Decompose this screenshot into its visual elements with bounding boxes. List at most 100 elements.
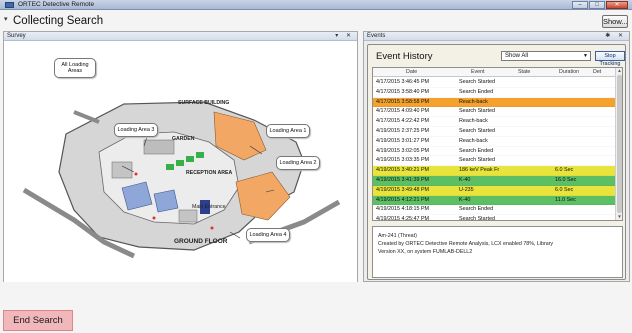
table-row[interactable]: 4/19/2015 3:02:05 PM Search Ended: [373, 146, 616, 157]
map-label-loading-area-3[interactable]: Loading Area 3: [114, 123, 158, 137]
events-panel-title: Events: [367, 33, 386, 39]
cell-event: Reach-back: [459, 137, 488, 144]
table-row[interactable]: 4/19/2015 4:12:21 PM K-40 11.0 Sec: [373, 195, 616, 206]
cell-duration: 6.0 Sec: [555, 167, 574, 174]
header: ▾ Collecting Search Show...: [0, 11, 632, 31]
events-panel: Events ✱ ✕ Event History Show All ▼ Stop…: [363, 31, 630, 282]
map-label-loading-area-4[interactable]: Loading Area 4: [246, 228, 290, 242]
cell-event: Reach-back: [459, 98, 488, 105]
stop-tracking-button[interactable]: Stop Tracking: [595, 51, 625, 67]
main-entrance-label: Main Entrance: [192, 204, 226, 210]
scroll-up-icon[interactable]: ▲: [616, 68, 622, 74]
cell-event: U-235: [459, 186, 474, 193]
cell-date: 4/17/2015 4:09:40 PM: [376, 108, 430, 115]
event-table: Date Event State Duration Det 4/17/2015 …: [372, 67, 623, 221]
table-row[interactable]: 4/19/2015 3:01:27 PM Reach-back: [373, 136, 616, 147]
survey-panel-header: Survey ▾ ✕: [4, 32, 357, 41]
cell-event: Search Started: [459, 127, 495, 134]
cell-duration: 6.0 Sec: [555, 186, 574, 193]
column-header-state[interactable]: State: [518, 68, 530, 77]
event-table-body: 4/17/2015 3:46:45 PM Search Started 4/17/2…: [373, 78, 616, 221]
map-label-loading-area-2[interactable]: Loading Area 2: [276, 156, 320, 170]
page-title: Collecting Search: [13, 15, 104, 27]
table-row[interactable]: 4/19/2015 3:40:21 PM 186 keV Peak Fr 6.0 S…: [373, 166, 616, 176]
table-row[interactable]: 4/19/2015 4:18:15 PM Search Ended: [373, 205, 616, 216]
column-header-det[interactable]: Det: [593, 68, 601, 77]
cell-duration: 11.0 Sec: [555, 196, 576, 203]
column-header-event[interactable]: Event: [471, 68, 485, 77]
cell-date: 4/19/2015 3:41:39 PM: [376, 176, 430, 183]
cell-date: 4/19/2015 2:37:25 PM: [376, 127, 430, 134]
event-filter-select[interactable]: Show All ▼: [501, 51, 591, 61]
cell-date: 4/17/2015 3:58:40 PM: [376, 88, 430, 95]
cell-event: Search Ended: [459, 88, 494, 95]
window-title: ORTEC Detective Remote: [18, 1, 95, 8]
events-panel-controls[interactable]: ✱ ✕: [605, 32, 626, 41]
cell-date: 4/19/2015 4:12:21 PM: [376, 196, 430, 203]
cell-date: 4/19/2015 4:25:47 PM: [376, 216, 430, 221]
ground-floor-label: GROUND FLOOR: [174, 238, 228, 245]
cell-event: K-40: [459, 176, 471, 183]
scroll-down-icon[interactable]: ▼: [616, 214, 622, 220]
column-header-date[interactable]: Date: [406, 68, 417, 77]
event-detail-line-1: Am-241 (Threat): [378, 233, 417, 239]
minimize-button[interactable]: –: [572, 1, 588, 9]
table-row[interactable]: 4/19/2015 3:41:39 PM K-40 16.0 Sec: [373, 175, 616, 186]
title-bar: ORTEC Detective Remote – □ ✕: [0, 0, 632, 10]
survey-panel-controls[interactable]: ▾ ✕: [335, 32, 354, 41]
event-detail-line-2: Created by ORTEC Detective Remote Analys…: [378, 241, 554, 247]
table-row[interactable]: 4/17/2015 3:58:40 PM Search Ended: [373, 87, 616, 98]
cell-event: 186 keV Peak Fr: [459, 167, 500, 174]
cell-date: 4/17/2015 4:22:42 PM: [376, 118, 430, 125]
column-header-duration[interactable]: Duration: [559, 68, 579, 77]
table-row[interactable]: 4/19/2015 2:37:25 PM Search Started: [373, 126, 616, 137]
map-label-all-loading-areas[interactable]: All Loading Areas: [54, 58, 96, 78]
app-icon: [5, 2, 14, 8]
table-row[interactable]: 4/17/2015 3:46:45 PM Search Started: [373, 78, 616, 88]
cell-event: Search Started: [459, 108, 495, 115]
cell-event: Search Started: [459, 216, 495, 221]
table-row[interactable]: 4/17/2015 4:22:42 PM Reach-back: [373, 117, 616, 127]
app-window: ORTEC Detective Remote – □ ✕ ▾ Collectin…: [0, 0, 632, 333]
floor-map[interactable]: All Loading Areas Loading Area 1 Loading…: [4, 42, 357, 282]
cell-date: 4/19/2015 4:18:15 PM: [376, 206, 430, 213]
cell-event: Search Started: [459, 79, 495, 85]
cell-date: 4/19/2015 3:01:27 PM: [376, 137, 430, 144]
cell-event: Search Started: [459, 157, 495, 164]
cell-event: Search Ended: [459, 206, 494, 213]
map-label-loading-area-1[interactable]: Loading Area 1: [266, 124, 310, 138]
cell-date: 4/19/2015 3:03:35 PM: [376, 157, 430, 164]
event-filter-value: Show All: [505, 53, 529, 59]
event-detail-box: Am-241 (Threat) Created by ORTEC Detecti…: [372, 226, 623, 278]
window-controls: – □ ✕: [572, 1, 628, 9]
end-search-button[interactable]: End Search: [3, 310, 73, 331]
scroll-thumb[interactable]: [617, 75, 622, 213]
table-row[interactable]: 4/19/2015 3:03:35 PM Search Started: [373, 156, 616, 167]
table-row[interactable]: 4/19/2015 4:25:47 PM Search Started: [373, 215, 616, 221]
survey-panel-title: Survey: [7, 33, 26, 39]
surface-building-label: SURFACE BUILDING: [178, 100, 230, 106]
table-row[interactable]: 4/17/2015 4:09:40 PM Search Started: [373, 107, 616, 118]
survey-panel: Survey ▾ ✕ All Loading Areas Loading Are…: [3, 31, 358, 282]
garden-label: GARDEN: [172, 136, 195, 142]
events-panel-header: Events ✱ ✕: [364, 32, 629, 41]
cell-event: K-40: [459, 196, 471, 203]
cell-date: 4/19/2015 3:40:21 PM: [376, 167, 430, 174]
cell-event: Reach-back: [459, 118, 488, 125]
cell-date: 4/19/2015 3:49:48 PM: [376, 186, 430, 193]
event-history-container: Event History Show All ▼ Stop Tracking D…: [367, 44, 626, 280]
event-history-title: Event History: [376, 51, 433, 62]
cell-event: Search Ended: [459, 147, 494, 154]
collapse-icon[interactable]: ▾: [4, 16, 10, 23]
close-button[interactable]: ✕: [606, 1, 628, 9]
cell-date: 4/17/2015 3:46:45 PM: [376, 79, 430, 85]
maximize-button[interactable]: □: [589, 1, 605, 9]
table-row[interactable]: 4/19/2015 3:49:48 PM U-235 6.0 Sec: [373, 185, 616, 196]
reception-area-label: RECEPTION AREA: [186, 170, 233, 176]
show-button[interactable]: Show...: [602, 15, 628, 28]
table-row[interactable]: 4/17/2015 3:58:58 PM Reach-back: [373, 97, 616, 108]
chevron-down-icon: ▼: [583, 53, 588, 59]
event-detail-line-3: Version XX, on system FUMLAB-DELL2: [378, 249, 473, 255]
event-table-scrollbar[interactable]: ▲ ▼: [615, 68, 622, 220]
event-table-header: Date Event State Duration Det: [373, 68, 616, 77]
